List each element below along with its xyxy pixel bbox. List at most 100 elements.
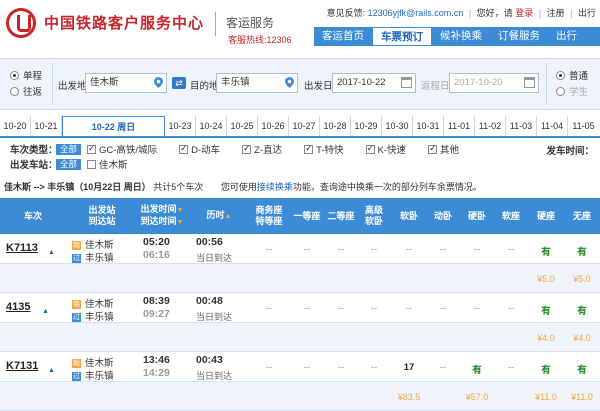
calendar-icon[interactable] [524,77,535,88]
expand-stops-icon[interactable]: ▲ [42,308,49,315]
radio-icon[interactable] [10,70,19,80]
to-station-input[interactable]: 丰乐镇 [216,73,298,93]
exit-link[interactable]: 出行 [578,8,596,18]
filter-label: GC-高铁/城际 [99,145,158,156]
date-tab[interactable]: 10-31 [413,116,444,136]
register-link[interactable]: 注册 [547,8,565,18]
radio-icon[interactable] [10,86,19,96]
date-tab[interactable]: 10-28 [320,116,351,136]
seat-availability[interactable]: 有 [460,362,494,376]
train-row[interactable]: K7113 ▲ 始佳木斯过丰乐镇 05:20 06:16 00:56 当日到达 -- -- -- -… [0,234,600,264]
checkbox-icon[interactable] [304,143,314,154]
trip-type-oneway[interactable]: 单程 [10,67,42,83]
arrival-station: 过丰乐镇 [72,309,114,323]
class-regular[interactable]: 普通 [556,67,588,83]
nav-waitlist-transfer[interactable]: 候补换乘 [432,27,490,46]
calendar-icon[interactable] [401,77,412,88]
date-tab[interactable]: 11-04 [537,116,568,136]
nav-meal-service[interactable]: 订餐服务 [490,27,548,46]
select-all-types-button[interactable]: 全部 [56,143,82,155]
filter-station[interactable]: 佳木斯 [87,157,128,171]
filter-k[interactable]: K-快速 [365,142,406,156]
train-row[interactable]: K7131 ▲ 始佳木斯过丰乐镇 13:46 14:29 00:43 当日到达 -- -- -- -… [0,352,600,382]
checkbox-icon[interactable] [87,159,97,169]
nav-home[interactable]: 客运首页 [314,27,372,46]
login-link[interactable]: 登录 [515,8,533,18]
seat-availability: -- [370,244,378,255]
date-tab-selected[interactable]: 10-22 周日 [62,116,165,136]
train-row[interactable]: 4135 ▲ 始佳木斯过丰乐镇 08:39 09:27 00:48 当日到达 -- -- -- --… [0,293,600,323]
filter-t[interactable]: T-特快 [304,142,344,156]
filter-other[interactable]: 其他 [428,142,459,156]
filter-z[interactable]: Z-直达 [242,142,282,156]
class-student[interactable]: 学生 [556,83,588,99]
col-first: 一等座 [293,210,321,221]
expand-stops-icon[interactable]: ▲ [48,249,55,256]
date-tab[interactable]: 10-26 [258,116,289,136]
seat-availability[interactable]: 有 [528,303,564,317]
col-dong-sleeper: 动卧 [433,210,452,221]
seat-availability[interactable]: 有 [564,244,600,258]
nav-ticket-booking[interactable]: 车票预订 [372,27,432,46]
seat-availability[interactable]: 有 [564,362,600,376]
checkbox-icon[interactable] [242,143,252,154]
checkbox-icon[interactable] [428,143,438,154]
seat-availability[interactable]: 有 [528,244,564,258]
return-date-label: 返程日 [421,81,450,92]
date-tab[interactable]: 11-01 [444,116,475,136]
select-all-stations-button[interactable]: 全部 [56,158,82,170]
seat-price: ¥83.5 [397,392,421,402]
checkbox-icon[interactable] [87,143,97,154]
date-tab[interactable]: 10-29 [351,116,382,136]
date-tab[interactable]: 11-02 [475,116,506,136]
checkbox-icon[interactable] [365,143,375,154]
col-label: 特等座 [255,216,283,226]
checkbox-icon[interactable] [179,143,189,154]
train-type-label: 车次类型： [10,145,58,156]
date-tab[interactable]: 11-05 [568,116,599,136]
price-row: ¥83.5 ¥57.0 ¥11.0 ¥11.0 [0,382,600,411]
train-number-link[interactable]: 4135 [6,301,30,313]
sort-icon[interactable]: ▲ [225,213,232,220]
col-duration[interactable]: 历时▲ [192,198,246,234]
seat-availability[interactable]: 有 [564,303,600,317]
date-tab[interactable]: 10-20 [0,116,31,136]
station-name: 丰乐镇 [85,371,114,382]
radio-icon[interactable] [556,70,565,80]
return-date-input[interactable]: 2017-10-20 [449,73,539,93]
results-table-header: 车次 出发站 到达站 出发时间▼ 到达时间▼ 历时▲ 商务座 特等座 一等座 二等座 … [0,198,600,234]
col-times[interactable]: 出发时间▼ 到达时间▼ [136,198,188,234]
depart-date-input[interactable]: 2017-10-22 [332,73,416,93]
nav-travel[interactable]: 出行 [548,27,585,46]
sort-icon[interactable]: ▼ [177,207,184,214]
trip-type-roundtrip[interactable]: 往返 [10,83,42,99]
col-train: 车次 [23,210,42,221]
depart-date-value: 2017-10-22 [337,77,386,88]
date-tab[interactable]: 10-24 [196,116,227,136]
train-number-link[interactable]: K7131 [6,360,38,372]
date-tab[interactable]: 10-30 [382,116,413,136]
railway-logo-icon[interactable] [6,8,36,38]
departure-station: 始佳木斯 [72,296,114,310]
expand-stops-icon[interactable]: ▲ [48,367,55,374]
transfer-link[interactable]: 接续换乘 [257,182,293,192]
arrival-time: 14:29 [143,367,170,379]
date-tab[interactable]: 10-25 [227,116,258,136]
filter-gc[interactable]: GC-高铁/城际 [87,142,157,156]
date-tab[interactable]: 10-21 [31,116,62,136]
train-number-link[interactable]: K7113 [6,242,38,254]
sort-icon[interactable]: ▼ [177,219,184,226]
seat-availability: -- [337,244,345,255]
date-tab[interactable]: 10-27 [289,116,320,136]
radio-icon[interactable] [556,86,565,96]
seat-availability[interactable]: 有 [528,362,564,376]
date-tab[interactable]: 11-03 [506,116,537,136]
seat-availability[interactable]: 17 [392,362,426,373]
date-tab[interactable]: 10-23 [165,116,196,136]
feedback-email-link[interactable]: 12306yjfk@rails.com.cn [368,8,464,18]
station-filter: 出发车站： 全部 佳木斯 [10,157,150,171]
swap-stations-icon[interactable]: ⇄ [172,77,186,89]
filter-label: D-动车 [191,145,221,156]
from-station-input[interactable]: 佳木斯 [85,73,167,93]
filter-d[interactable]: D-动车 [179,142,220,156]
